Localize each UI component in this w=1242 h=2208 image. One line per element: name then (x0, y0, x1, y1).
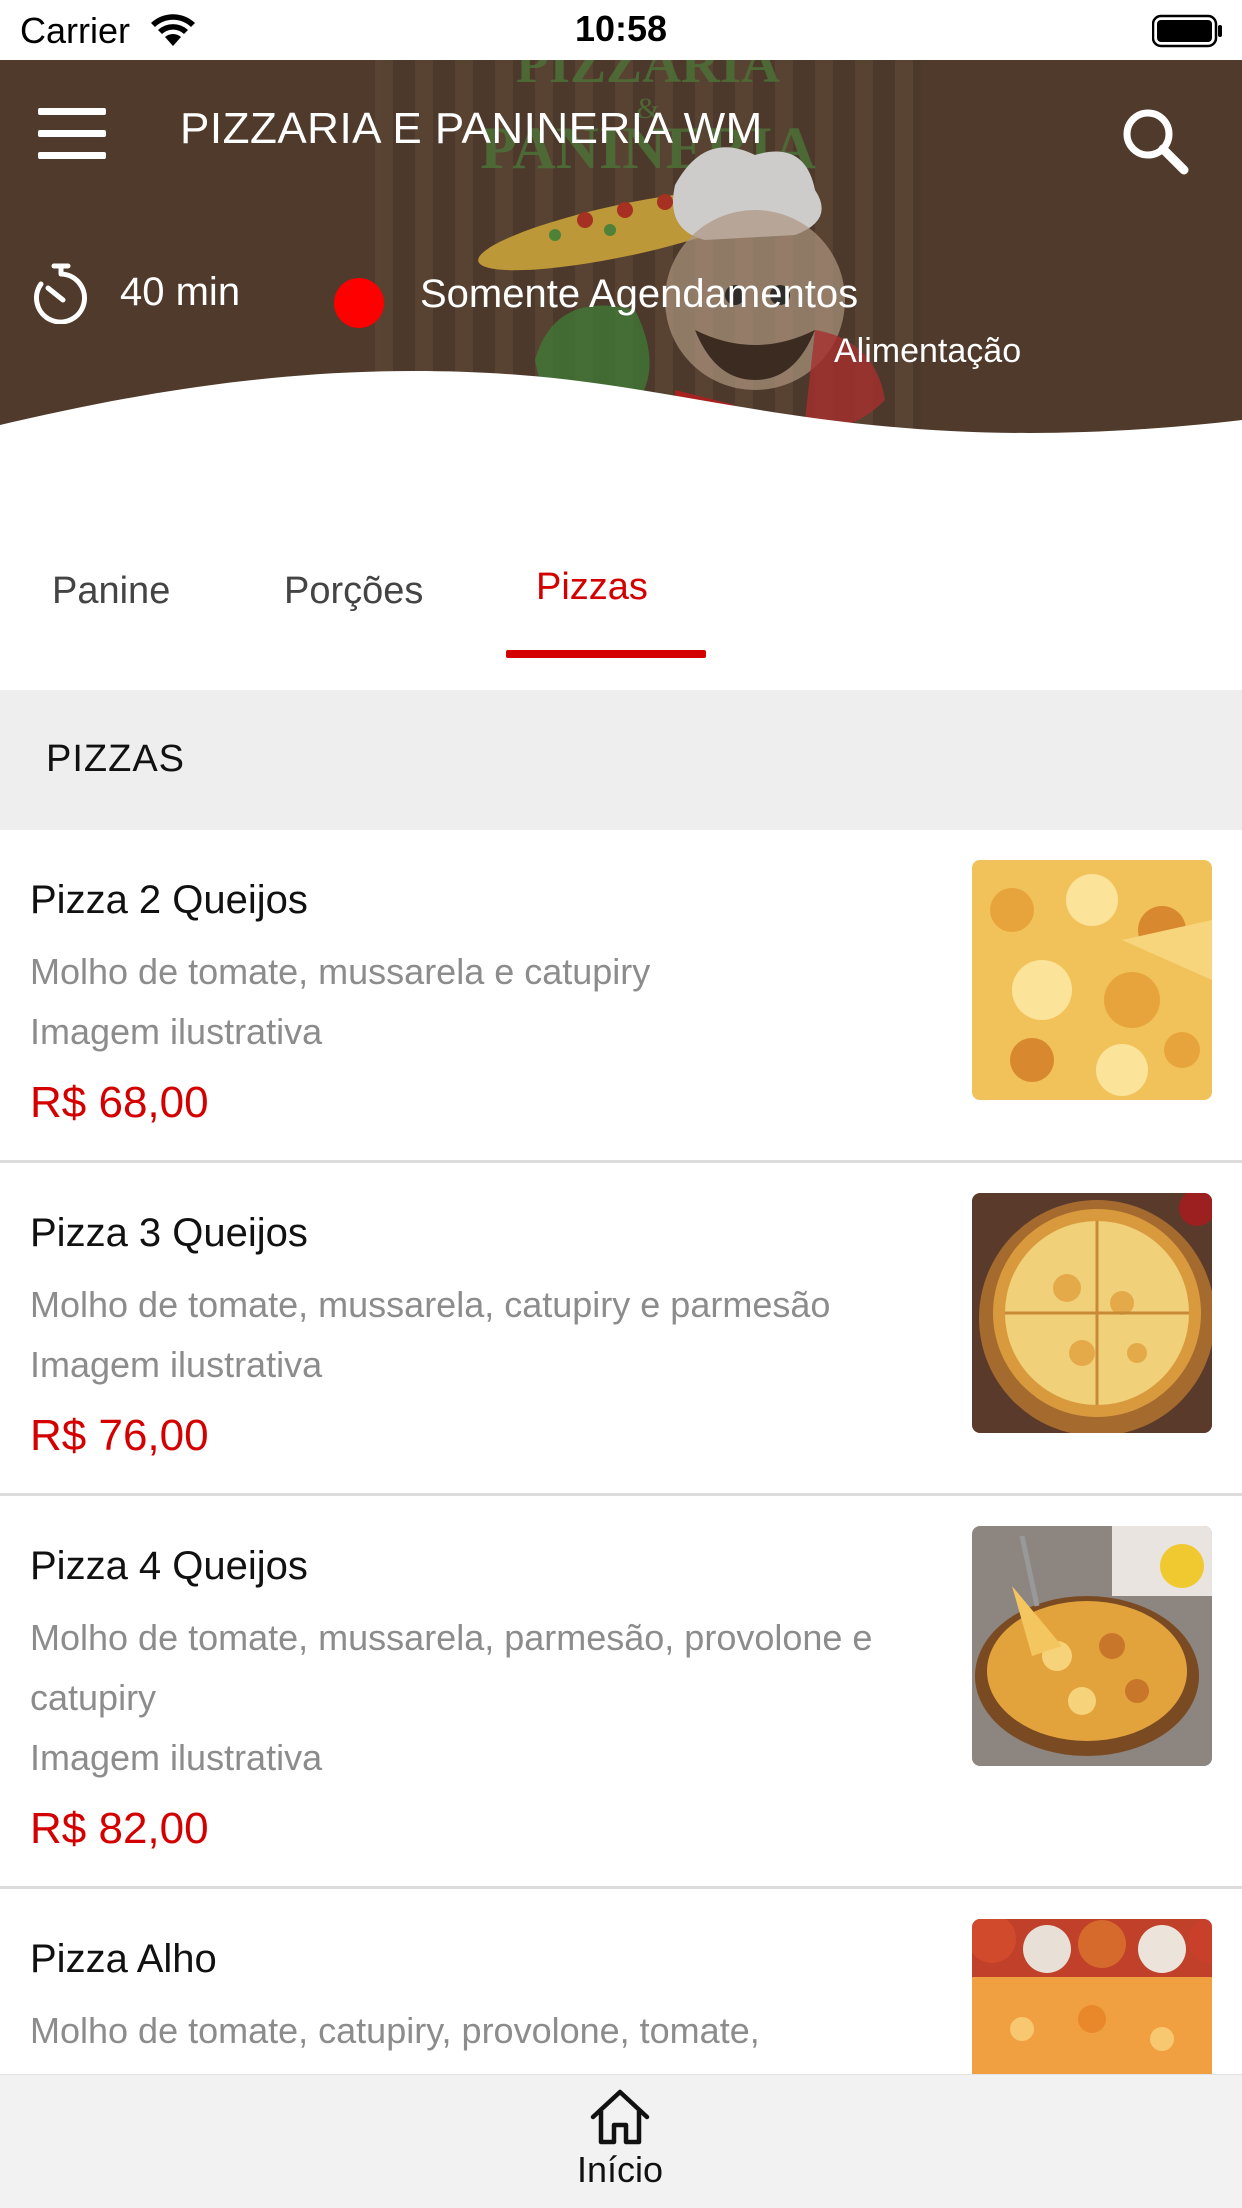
product-description: Molho de tomate, mussarela, parmesão, pr… (30, 1617, 873, 1718)
product-note: Imagem ilustrativa (30, 1344, 323, 1385)
product-list: Pizza 2 Queijos Molho de tomate, mussare… (0, 830, 1242, 2159)
timer-icon (34, 263, 87, 324)
product-note: Imagem ilustrativa (30, 1011, 323, 1052)
store-status-text: Somente Agendamentos (420, 272, 859, 316)
tab-home-label: Início (576, 2149, 664, 2190)
section-title: PIZZAS (46, 738, 186, 780)
product-description: Molho de tomate, catupiry, provolone, to… (30, 2010, 760, 2051)
bottom-tab-bar: Início (0, 2074, 1242, 2208)
product-price: R$ 76,00 (30, 1411, 209, 1460)
tab-home[interactable]: Início (540, 2087, 700, 2207)
clock: 10:58 (574, 8, 668, 49)
status-bar: Carrier 10:58 (0, 0, 1242, 60)
product-item[interactable]: Pizza 4 Queijos Molho de tomate, mussare… (0, 1496, 1242, 1889)
product-image (972, 1193, 1212, 1433)
category-tabs: Panine Porções Pizzas (0, 520, 1242, 690)
tab-panine[interactable]: Panine (52, 570, 170, 613)
product-image (972, 1526, 1212, 1766)
hamburger-menu-icon[interactable] (38, 108, 110, 164)
product-item[interactable]: Pizza 2 Queijos Molho de tomate, mussare… (0, 830, 1242, 1163)
product-note: Imagem ilustrativa (30, 1737, 323, 1778)
search-icon[interactable] (1118, 104, 1190, 176)
product-image (972, 860, 1212, 1100)
store-category: Alimentação (834, 332, 1022, 370)
product-name: Pizza 2 Queijos (30, 878, 308, 922)
store-header: PIZZARIA & PANINERIA PIZZARIA E PANINERI… (0, 60, 1242, 460)
app-screen: Carrier 10:58 PIZZARIA & PANINERIA PIZZA… (0, 0, 1242, 2208)
tab-porcoes[interactable]: Porções (284, 570, 423, 613)
product-price: R$ 68,00 (30, 1078, 209, 1127)
product-price: R$ 82,00 (30, 1804, 209, 1853)
battery-icon (1152, 14, 1222, 48)
product-description: Molho de tomate, mussarela, catupiry e p… (30, 1284, 831, 1325)
delivery-time: 40 min (120, 270, 241, 314)
product-name: Pizza Alho (30, 1937, 217, 1981)
product-description: Molho de tomate, mussarela e catupiry (30, 951, 651, 992)
tab-pizzas[interactable]: Pizzas (536, 566, 648, 609)
home-icon (590, 2089, 650, 2145)
product-name: Pizza 3 Queijos (30, 1211, 308, 1255)
section-header: PIZZAS (0, 690, 1242, 830)
product-item[interactable]: Pizza 3 Queijos Molho de tomate, mussare… (0, 1163, 1242, 1496)
store-status-indicator (334, 278, 384, 328)
active-tab-indicator (506, 650, 706, 658)
product-name: Pizza 4 Queijos (30, 1544, 308, 1588)
store-title: PIZZARIA E PANINERIA WM (180, 104, 763, 153)
